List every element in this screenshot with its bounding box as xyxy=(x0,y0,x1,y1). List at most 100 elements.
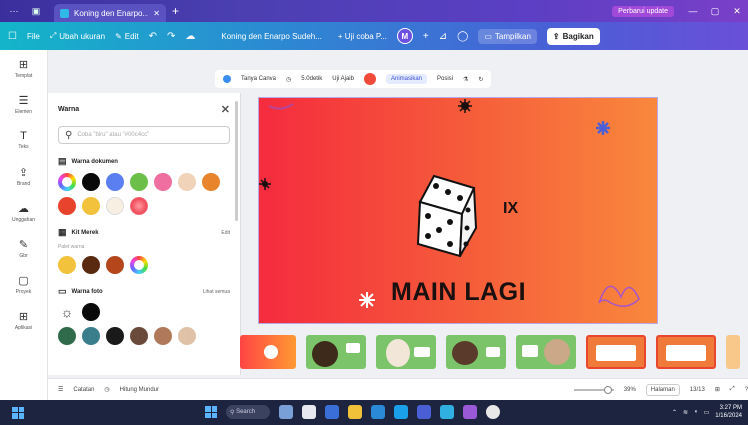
rail-item-brand[interactable]: ⇪ Brand xyxy=(0,158,47,194)
color-swatch[interactable] xyxy=(106,256,124,274)
fullscreen-icon[interactable]: ⤢ xyxy=(730,386,735,393)
slide-small-text[interactable]: IX xyxy=(503,200,518,218)
color-swatch[interactable] xyxy=(82,173,100,191)
update-button[interactable]: Perbarui update xyxy=(612,5,674,17)
add-color-swatch[interactable] xyxy=(58,173,76,191)
color-search-input[interactable]: ⚲ Coba "biru" atau "#00c4cc" xyxy=(58,126,230,144)
store-icon[interactable] xyxy=(371,405,385,419)
add-brand-color-swatch[interactable] xyxy=(130,256,148,274)
edit-menu[interactable]: ✎ Edit xyxy=(115,32,139,41)
magic-grid-button[interactable]: Uji Ajaib xyxy=(332,76,354,82)
document-name[interactable]: Koning den Enarpo Sudeh... xyxy=(221,32,322,41)
trial-button[interactable]: + Uji coba P... xyxy=(338,32,387,41)
maximize-button[interactable]: ▢ xyxy=(704,6,726,17)
canva-icon[interactable] xyxy=(463,405,477,419)
color-swatch[interactable] xyxy=(82,197,100,215)
resize-button[interactable]: ⤢ Ubah ukuran xyxy=(50,31,105,41)
zoom-level[interactable]: 39% xyxy=(624,387,636,393)
paint-icon[interactable]: ⚗ xyxy=(463,76,468,83)
slide-title[interactable]: MAIN LAGI xyxy=(391,278,526,307)
new-tab-button[interactable]: + xyxy=(172,4,179,18)
zoom-slider[interactable] xyxy=(573,385,614,394)
animate-button[interactable]: Animasikan xyxy=(385,74,427,84)
wifi-icon[interactable]: ≋ xyxy=(683,409,688,416)
avatar[interactable]: M xyxy=(396,28,413,44)
close-icon[interactable]: ✕ xyxy=(221,103,230,116)
file-menu[interactable]: File xyxy=(27,32,40,41)
app-icon[interactable] xyxy=(417,405,431,419)
timer-button[interactable]: 5.0detik xyxy=(301,76,322,82)
cloud-save-icon[interactable]: ☁ xyxy=(185,31,195,42)
color-swatch[interactable] xyxy=(82,327,100,345)
tab-close-icon[interactable]: ✕ xyxy=(153,9,160,18)
page-thumbnail[interactable] xyxy=(726,335,740,369)
home-icon[interactable]: ☐ xyxy=(8,31,17,42)
rail-item-projects[interactable]: ▢ Proyek xyxy=(0,266,47,302)
color-swatch[interactable] xyxy=(106,327,124,345)
color-swatch[interactable] xyxy=(82,303,100,321)
rail-item-text[interactable]: T Teks xyxy=(0,122,47,158)
chrome-icon[interactable] xyxy=(486,405,500,419)
page-thumbnail[interactable] xyxy=(376,335,436,369)
notes-button[interactable]: Catatan xyxy=(73,387,94,393)
color-swatch[interactable] xyxy=(130,327,148,345)
rail-item-draw[interactable]: ✎ Gbr xyxy=(0,230,47,266)
page-thumbnail[interactable] xyxy=(516,335,576,369)
tab-actions-icon[interactable]: ▣ xyxy=(28,4,44,18)
more-icon[interactable]: ↻ xyxy=(478,76,483,83)
taskbar-search[interactable]: ⚲ Search xyxy=(226,405,270,419)
color-swatch[interactable] xyxy=(106,197,124,215)
redo-icon[interactable]: ↷ xyxy=(167,31,175,42)
color-swatch[interactable] xyxy=(58,327,76,345)
page-thumbnail[interactable] xyxy=(240,335,296,369)
edge-icon[interactable] xyxy=(394,405,408,419)
undo-icon[interactable]: ↶ xyxy=(149,31,157,42)
background-color-button[interactable] xyxy=(363,73,376,85)
rail-item-templates[interactable]: ⊞ Templat xyxy=(0,50,47,86)
app-icon[interactable] xyxy=(325,405,339,419)
page-thumbnail[interactable] xyxy=(586,335,646,369)
rail-item-uploads[interactable]: ☁ Unggahan xyxy=(0,194,47,230)
color-swatch[interactable] xyxy=(202,173,220,191)
page-thumbnail[interactable] xyxy=(306,335,366,369)
add-collaborator-icon[interactable]: + xyxy=(423,31,429,42)
clock[interactable]: 3:27 PM 1/16/2024 xyxy=(715,404,742,420)
color-swatch[interactable] xyxy=(154,173,172,191)
minimize-button[interactable]: — xyxy=(682,6,704,16)
app-icon[interactable] xyxy=(440,405,454,419)
share-button[interactable]: ⇪ Bagikan xyxy=(546,27,600,45)
app-icon[interactable] xyxy=(302,405,316,419)
brand-kit-edit-link[interactable]: Edit xyxy=(221,230,230,236)
color-swatch[interactable] xyxy=(178,173,196,191)
color-swatch[interactable] xyxy=(154,327,172,345)
analytics-icon[interactable]: ⊿ xyxy=(439,31,447,42)
pages-button[interactable]: Halaman xyxy=(645,383,680,396)
grid-view-icon[interactable]: ⊞ xyxy=(715,386,720,393)
battery-icon[interactable]: ▭ xyxy=(704,409,710,416)
help-icon[interactable]: ? xyxy=(745,387,748,393)
slide-canvas[interactable]: IX MAIN LAGI xyxy=(258,97,658,324)
comment-icon[interactable]: ◯ xyxy=(457,31,468,42)
present-button[interactable]: ▭ Tampilkan xyxy=(478,28,537,44)
see-all-link[interactable]: Lihat semua xyxy=(203,289,230,295)
zoom-knob[interactable] xyxy=(603,385,612,394)
browser-tab[interactable]: Koning den Enarpo... ✕ xyxy=(54,4,166,22)
rail-item-apps[interactable]: ⊞ Aplikasi xyxy=(0,302,47,338)
panel-scrollbar[interactable] xyxy=(235,101,238,221)
rail-item-elements[interactable]: ☰ Elemen xyxy=(0,86,47,122)
page-thumbnail[interactable] xyxy=(446,335,506,369)
countdown-button[interactable]: Hitung Mundur xyxy=(120,387,159,393)
folder-icon[interactable] xyxy=(348,405,362,419)
start-icon[interactable] xyxy=(205,406,217,418)
color-swatch[interactable] xyxy=(106,173,124,191)
app-icon[interactable] xyxy=(279,405,293,419)
widgets-icon[interactable] xyxy=(12,406,24,419)
close-window-button[interactable]: ✕ xyxy=(726,6,748,17)
chevron-up-icon[interactable]: ⌃ xyxy=(672,409,677,416)
color-swatch[interactable] xyxy=(178,327,196,345)
color-swatch[interactable] xyxy=(82,256,100,274)
position-button[interactable]: Posisi xyxy=(437,76,453,82)
color-swatch[interactable] xyxy=(58,256,76,274)
color-swatch[interactable] xyxy=(58,197,76,215)
browser-menu-icon[interactable]: ⋯ xyxy=(6,4,22,18)
